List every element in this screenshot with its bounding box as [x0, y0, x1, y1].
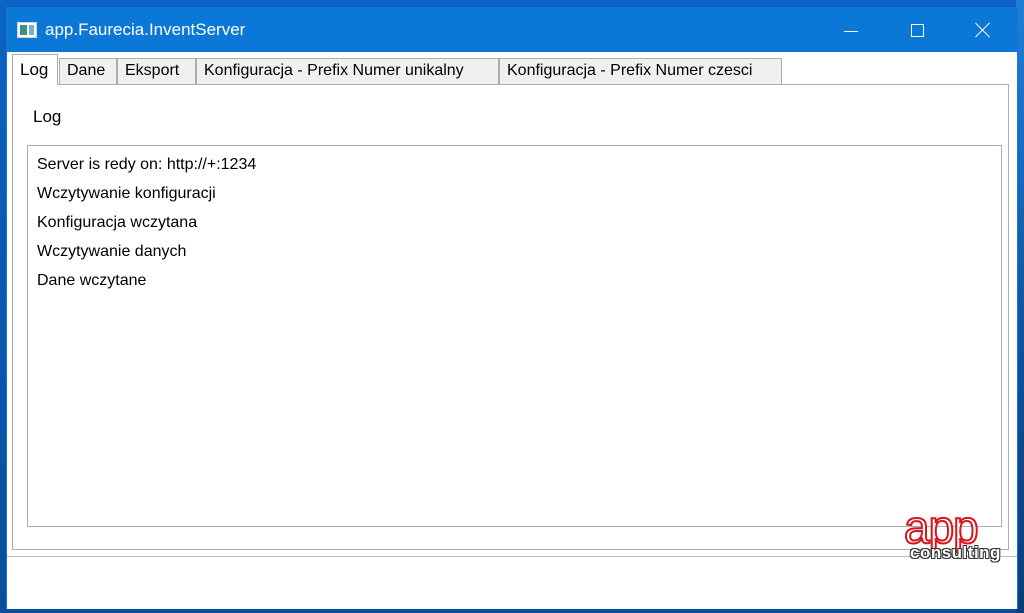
- log-line: Wczytywanie danych: [37, 243, 187, 260]
- logo-app-text: app: [903, 501, 980, 553]
- close-button[interactable]: [949, 8, 1017, 52]
- tab-panel-log: Log Server is redy on: http://+:1234 Wcz…: [12, 84, 1009, 550]
- log-output[interactable]: Server is redy on: http://+:1234 Wczytyw…: [27, 145, 1002, 527]
- app-window: app.Faurecia.InventServer Log Dane Ekspo…: [6, 7, 1018, 609]
- tab-eksport[interactable]: Eksport: [117, 58, 196, 84]
- logo-consulting-text: consulting: [910, 543, 1001, 562]
- tab-log[interactable]: Log: [12, 54, 58, 85]
- minimize-icon: [844, 30, 858, 32]
- app-consulting-logo: app consulting: [900, 501, 1015, 566]
- maximize-icon: [910, 23, 924, 37]
- log-group-label: Log: [33, 107, 62, 126]
- minimize-button[interactable]: [817, 8, 885, 52]
- window-content: Log Dane Eksport Konfiguracja - Prefix N…: [7, 52, 1017, 609]
- app-window-icon: [17, 22, 37, 38]
- log-line: Wczytywanie konfiguracji: [37, 185, 216, 202]
- tab-konfiguracja-prefix-numer-unikalny[interactable]: Konfiguracja - Prefix Numer unikalny: [196, 58, 499, 84]
- tab-konfiguracja-prefix-numer-czesci[interactable]: Konfiguracja - Prefix Numer czesci: [499, 58, 782, 84]
- log-line: Dane wczytane: [37, 272, 147, 289]
- title-bar[interactable]: app.Faurecia.InventServer: [7, 8, 1017, 52]
- close-icon: [975, 22, 991, 38]
- log-line: Konfiguracja wczytana: [37, 214, 198, 231]
- maximize-button[interactable]: [883, 8, 951, 52]
- log-line: Server is redy on: http://+:1234: [37, 156, 257, 173]
- window-title: app.Faurecia.InventServer: [45, 20, 246, 39]
- tab-dane[interactable]: Dane: [59, 58, 117, 84]
- status-area: [7, 556, 1017, 609]
